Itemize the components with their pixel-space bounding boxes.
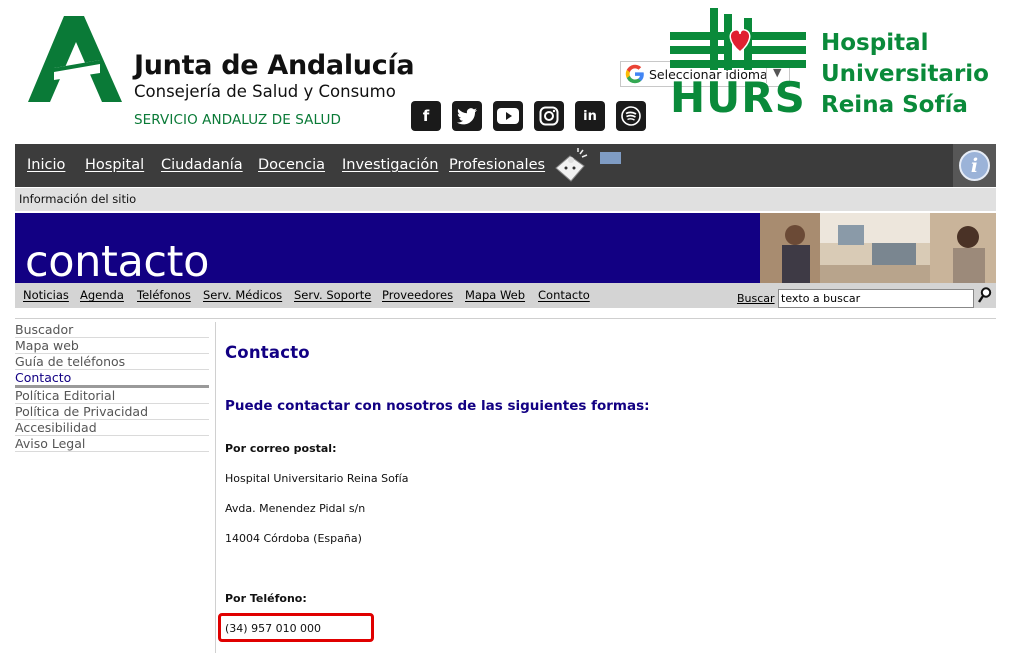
nav-item-docencia[interactable]: Docencia [258,157,325,173]
search-label: Buscar [737,292,775,305]
subnav-item-telefonos[interactable]: Teléfonos [137,288,191,302]
linkedin-icon[interactable]: in [575,101,605,131]
banner: contacto [15,213,760,287]
sidebar-divider [215,322,216,653]
subnav-item-serv-soporte[interactable]: Serv. Soporte [294,288,371,302]
twitter-icon[interactable] [452,101,482,131]
instagram-icon[interactable] [534,101,564,131]
phone-heading: Por Teléfono: [225,592,307,605]
sidebar-item-aviso-legal[interactable]: Aviso Legal [15,436,209,452]
subnav-item-agenda[interactable]: Agenda [80,288,124,302]
subnav-item-contacto[interactable]: Contacto [538,288,590,302]
sub-navigation: Noticias Agenda Teléfonos Serv. Médicos … [15,283,996,308]
subnav-item-mapa-web[interactable]: Mapa Web [465,288,525,302]
sidebar-item-accesibilidad[interactable]: Accesibilidad [15,420,209,436]
nav-item-ciudadania[interactable]: Ciudadanía [161,157,243,173]
search-icon[interactable] [978,287,992,303]
postal-line: Hospital Universitario Reina Sofía [225,472,409,485]
hospital-name-line: Hospital [821,30,929,56]
hospital-name-line: Universitario [821,61,989,87]
sidebar-item-buscador[interactable]: Buscador [15,322,209,338]
sidebar-item-mapa-web[interactable]: Mapa web [15,338,209,354]
subnav-item-noticias[interactable]: Noticias [23,288,69,302]
social-links: f in [411,101,646,131]
nav-item-hospital[interactable]: Hospital [85,157,144,173]
hurs-logo[interactable]: HURS [670,8,806,116]
google-icon [625,64,644,84]
page-subtitle: Puede contactar con nosotros de las sigu… [225,398,650,414]
youtube-icon[interactable] [493,101,523,131]
sidebar-item-politica-editorial[interactable]: Política Editorial [15,388,209,404]
junta-text-block: Junta de Andalucía Consejería de Salud y… [134,50,415,130]
nav-item-investigacion[interactable]: Investigación [342,157,438,173]
svg-text:HURS: HURS [670,73,806,116]
sidebar-item-politica-privacidad[interactable]: Política de Privacidad [15,404,209,420]
sas-label: SERVICIO ANDALUZ DE SALUD [134,112,341,128]
hospital-name-line: Reina Sofía [821,92,968,118]
junta-andalucia-logo[interactable] [28,16,122,104]
junta-subtitle: Consejería de Salud y Consumo [134,82,396,101]
podcast-icon[interactable] [616,101,646,131]
postal-heading: Por correo postal: [225,442,337,455]
postal-line: Avda. Menendez Pidal s/n [225,502,366,515]
subnav-item-serv-medicos[interactable]: Serv. Médicos [203,288,282,302]
phone-highlight-box [218,613,374,642]
sidebar: Buscador Mapa web Guía de teléfonos Cont… [15,322,209,452]
divider [15,318,996,319]
page-title: Contacto [225,343,310,362]
banner-title: contacto [25,237,210,287]
search-input[interactable] [778,289,974,308]
mascot-icon[interactable] [552,148,590,184]
banner-photo [760,213,996,283]
site-info-bar[interactable]: Información del sitio [15,188,996,211]
nav-item-profesionales[interactable]: Profesionales [449,157,545,173]
info-button[interactable]: i [953,144,996,187]
subnav-item-proveedores[interactable]: Proveedores [382,288,453,302]
nav-item-inicio[interactable]: Inicio [27,157,65,173]
sidebar-item-guia-telefonos[interactable]: Guía de teléfonos [15,354,209,370]
junta-title: Junta de Andalucía [134,50,415,81]
postal-line: 14004 Córdoba (España) [225,532,362,545]
facebook-icon[interactable]: f [411,101,441,131]
info-icon: i [959,150,990,181]
flag-icon[interactable] [600,152,621,164]
hospital-name: Hospital Universitario Reina Sofía [821,28,989,121]
sidebar-item-contacto[interactable]: Contacto [15,370,209,388]
main-navigation: Inicio Hospital Ciudadanía Docencia Inve… [15,144,996,187]
